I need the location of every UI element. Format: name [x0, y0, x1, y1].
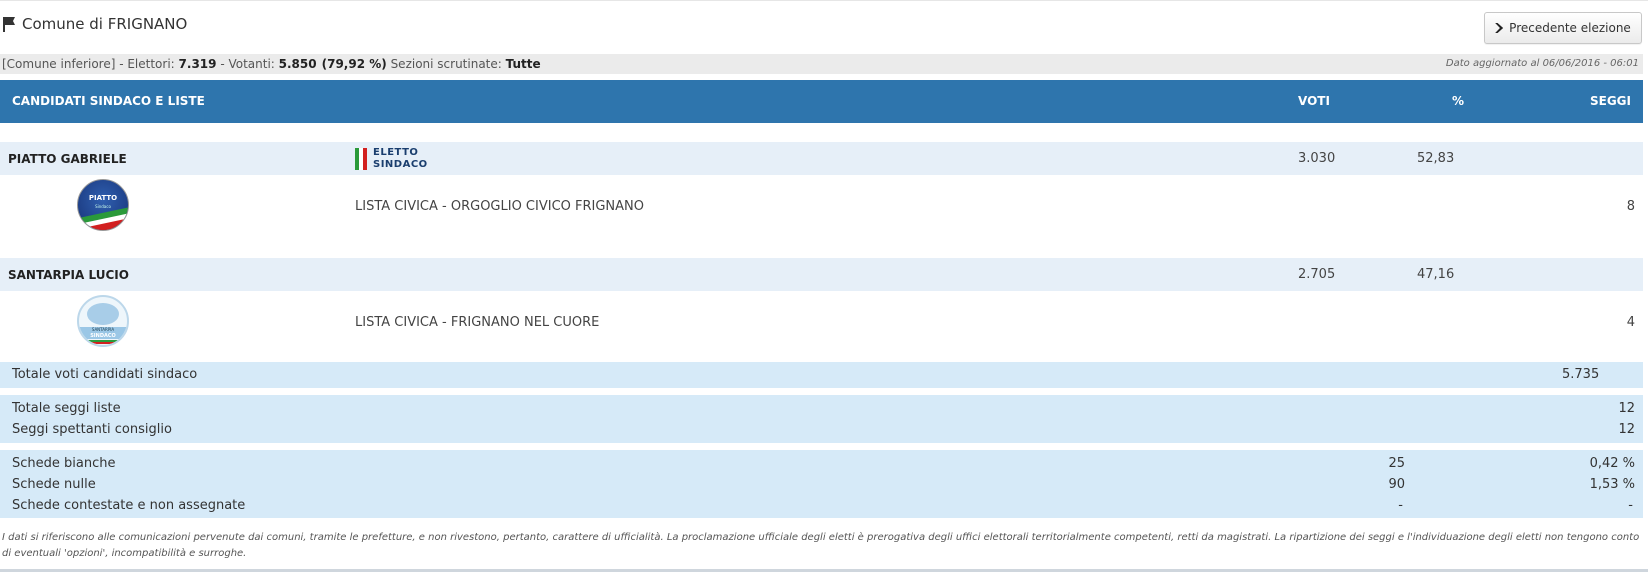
- italian-flag-icon: [355, 148, 367, 170]
- elettori-value: 7.319: [178, 57, 217, 71]
- disclaimer-note: I dati si riferiscono alle comunicazioni…: [2, 532, 1640, 559]
- results-table-header: CANDIDATI SINDACO E LISTE VOTI % SEGGI: [0, 80, 1643, 123]
- top-divider: [0, 0, 1648, 1]
- votanti-label: - Votanti:: [216, 57, 279, 71]
- list-logo: PIATTO Sindaco: [77, 179, 129, 231]
- blank-ballots-label: Schede bianche: [12, 456, 116, 471]
- header-percentuale: %: [1452, 94, 1465, 108]
- contested-ballots-value: -: [1398, 498, 1403, 513]
- previous-election-label: Precedente elezione: [1509, 21, 1631, 35]
- page-title: Comune di FRIGNANO: [2, 13, 187, 35]
- total-votes-label: Totale voti candidati sindaco: [12, 367, 198, 382]
- previous-election-button[interactable]: Precedente elezione: [1484, 12, 1642, 44]
- votanti-value: 5.850: [278, 57, 317, 71]
- total-list-seats-label: Totale seggi liste: [12, 401, 121, 416]
- list-name: LISTA CIVICA - ORGOGLIO CIVICO FRIGNANO: [355, 199, 645, 214]
- council-seats-value: 12: [1618, 422, 1635, 437]
- flag-icon: [2, 16, 16, 32]
- candidate-row: SANTARPIA LUCIO 2.705 47,16: [0, 258, 1643, 291]
- election-info-bar: [Comune inferiore] - Elettori: 7.319 - V…: [0, 54, 1643, 74]
- null-ballots-pct: 1,53 %: [1589, 477, 1635, 492]
- candidate-votes: 3.030: [1298, 151, 1336, 166]
- elected-role: SINDACO: [373, 159, 428, 170]
- header-voti: VOTI: [1298, 94, 1330, 108]
- null-ballots-value: 90: [1388, 477, 1405, 492]
- page-title-text: Comune di FRIGNANO: [22, 15, 188, 33]
- votanti-percentage: (79,92 %): [321, 57, 387, 71]
- comune-type: [Comune inferiore]: [2, 57, 116, 71]
- candidate-row: PIATTO GABRIELE ELETTO SINDACO 3.030 52,…: [0, 142, 1643, 175]
- total-votes-value: 5.735: [1562, 367, 1600, 382]
- blank-ballots-value: 25: [1388, 456, 1405, 471]
- total-seats-block: Totale seggi liste 12 Seggi spettanti co…: [0, 395, 1643, 443]
- blank-ballots-pct: 0,42 %: [1589, 456, 1635, 471]
- elected-label: ELETTO: [373, 147, 419, 158]
- candidate-percentage: 47,16: [1417, 267, 1455, 282]
- elettori-label: - Elettori:: [115, 57, 179, 71]
- null-ballots-label: Schede nulle: [12, 477, 96, 492]
- header-seggi: SEGGI: [1589, 94, 1631, 108]
- ballots-block: Schede bianche 25 0,42 % Schede nulle 90…: [0, 450, 1643, 518]
- sezioni-value: Tutte: [505, 57, 541, 71]
- list-name: LISTA CIVICA - FRIGNANO NEL CUORE: [355, 315, 600, 330]
- elected-mayor-badge: ELETTO SINDACO: [355, 146, 428, 172]
- contested-ballots-label: Schede contestate e non assegnate: [12, 498, 246, 513]
- candidate-name: SANTARPIA LUCIO: [8, 268, 129, 282]
- total-list-seats-value: 12: [1618, 401, 1635, 416]
- council-seats-label: Seggi spettanti consiglio: [12, 422, 172, 437]
- total-votes-block: Totale voti candidati sindaco 5.735: [0, 362, 1643, 388]
- contested-ballots-pct: -: [1628, 498, 1633, 513]
- list-logo: SANTARPIA SINDACO: [77, 295, 129, 347]
- candidate-votes: 2.705: [1298, 267, 1336, 282]
- list-row: PIATTO Sindaco LISTA CIVICA - ORGOGLIO C…: [0, 175, 1643, 257]
- sezioni-label: Sezioni scrutinate:: [386, 57, 506, 71]
- candidate-name: PIATTO GABRIELE: [8, 152, 127, 166]
- chevron-right-icon: [1495, 23, 1504, 33]
- candidate-percentage: 52,83: [1417, 151, 1455, 166]
- list-seats: 4: [1626, 315, 1635, 330]
- update-timestamp: Dato aggiornato al 06/06/2016 - 06:01: [1445, 58, 1639, 69]
- header-candidati: CANDIDATI SINDACO E LISTE: [12, 94, 205, 108]
- list-seats: 8: [1626, 199, 1635, 214]
- list-row: SANTARPIA SINDACO LISTA CIVICA - FRIGNAN…: [0, 291, 1643, 373]
